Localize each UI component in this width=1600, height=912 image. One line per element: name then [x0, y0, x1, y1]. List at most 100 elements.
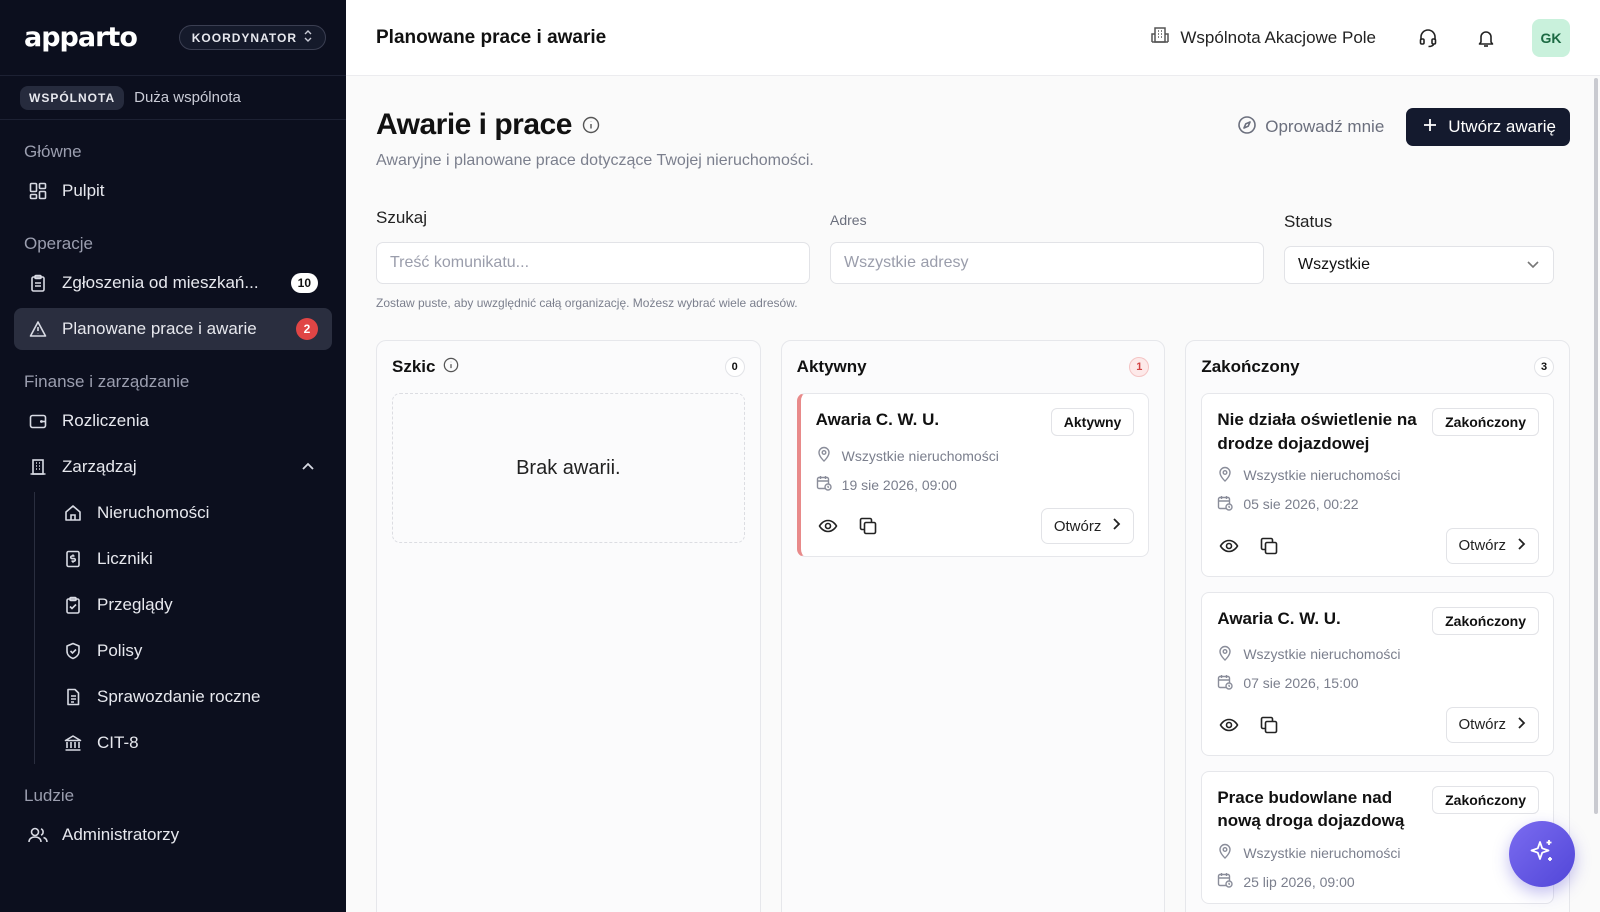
column-count: 0 — [724, 357, 745, 377]
copy-icon[interactable] — [1257, 713, 1281, 737]
card-location: Wszystkie nieruchomości — [1217, 843, 1539, 862]
open-button-label: Otwórz — [1458, 537, 1507, 555]
calendar-clock-icon — [816, 475, 832, 494]
empty-state: Brak awarii. — [392, 393, 745, 543]
eye-icon[interactable] — [1217, 713, 1241, 737]
open-button[interactable]: Otwórz — [1040, 508, 1135, 544]
sidebar-item-inspections[interactable]: Przeglądy — [49, 584, 346, 626]
sidebar-item-cit8[interactable]: CIT-8 — [49, 722, 346, 764]
column-header: Szkic 0 — [392, 341, 745, 393]
copy-icon[interactable] — [1257, 534, 1281, 558]
top-bar: Planowane prace i awarie Wspólnota Akacj… — [346, 0, 1600, 76]
info-icon[interactable] — [582, 108, 600, 142]
sidebar-item-label: Zarządzaj — [62, 457, 137, 476]
column-header: Aktywny 1 — [797, 341, 1150, 393]
calendar-clock-icon — [1217, 495, 1234, 514]
bank-icon — [63, 733, 83, 753]
search-label: Szukaj — [376, 208, 428, 227]
status-select-value: Wszystkie — [1298, 256, 1370, 273]
card-title: Prace budowlane nad nową droga dojazdową — [1217, 787, 1405, 831]
guide-button-label: Oprowadź mnie — [1265, 117, 1385, 136]
works-count-badge: 2 — [296, 318, 318, 340]
copy-icon[interactable] — [856, 514, 880, 538]
calendar-clock-icon — [1217, 872, 1234, 891]
sidebar-item-requests[interactable]: Zgłoszenia od mieszkań... 10 — [14, 262, 332, 304]
calendar-clock-icon — [1217, 674, 1234, 693]
page-subtitle: Awaryjne i planowane prace dotyczące Two… — [376, 152, 814, 169]
map-pin-icon — [1217, 843, 1233, 862]
chevron-down-icon — [1526, 256, 1540, 274]
building-icon — [1150, 25, 1170, 50]
status-badge: Zakończony — [1432, 408, 1540, 436]
filter-hint: Zostaw puste, aby uwzględnić całą organi… — [376, 296, 798, 310]
column-title: Zakończony — [1201, 357, 1300, 376]
status-badge: Zakończony — [1432, 606, 1540, 635]
eye-icon[interactable] — [1217, 534, 1241, 558]
community-name: Duża wspólnota — [134, 89, 241, 106]
sparkles-icon — [1527, 837, 1557, 872]
search-input[interactable]: Treść komunikatu... — [376, 242, 810, 284]
address-input[interactable]: Wszystkie adresy — [830, 242, 1264, 284]
ai-assistant-button[interactable] — [1509, 821, 1575, 887]
sidebar-item-dashboard[interactable]: Pulpit — [14, 170, 332, 212]
bell-icon[interactable] — [1474, 26, 1498, 50]
page-header: Awarie i prace Awaryjne i planowane prac… — [376, 108, 1570, 170]
status-filter: Status Wszystkie — [1284, 212, 1554, 284]
card-actions: Otwórz — [1217, 527, 1540, 564]
create-incident-button[interactable]: Utwórz awarię — [1406, 108, 1570, 146]
incident-card[interactable]: Prace budowlane nad nową droga dojazdową… — [1201, 770, 1555, 905]
status-select[interactable]: Wszystkie — [1284, 246, 1554, 284]
location-text: Wszystkie nieruchomości — [841, 447, 999, 464]
eye-icon[interactable] — [816, 514, 840, 538]
headset-icon[interactable] — [1416, 26, 1440, 50]
map-pin-icon — [1217, 645, 1233, 664]
column-title: Szkic — [392, 357, 459, 378]
building-icon — [28, 457, 48, 477]
page-title: Awarie i prace — [376, 108, 814, 142]
app-logo[interactable]: apparto — [24, 22, 138, 53]
card-date: 05 sie 2026, 00:22 — [1217, 495, 1539, 514]
kanban-board: Szkic 0 Brak awarii. Aktywny 1 Awaria C.… — [376, 340, 1571, 912]
open-button-label: Otwórz — [1053, 517, 1102, 535]
card-location: Wszystkie nieruchomości — [816, 446, 1135, 465]
sidebar-item-works[interactable]: Planowane prace i awarie 2 — [14, 308, 332, 350]
compass-icon — [1237, 115, 1257, 140]
section-people: Ludzie — [24, 786, 75, 805]
community-tag: WSPÓLNOTA — [20, 85, 125, 110]
sidebar-item-label: Rozliczenia — [62, 411, 149, 430]
incident-card[interactable]: Awaria C. W. U. Zakończony Wszystkie nie… — [1201, 591, 1555, 756]
sidebar-item-properties[interactable]: Nieruchomości — [49, 492, 346, 534]
user-avatar[interactable]: GK — [1532, 18, 1570, 57]
role-switcher[interactable]: KOORDYNATOR — [178, 25, 326, 50]
open-button-label: Otwórz — [1458, 716, 1507, 734]
chevron-updown-icon — [303, 30, 313, 45]
open-button[interactable]: Otwórz — [1445, 527, 1540, 564]
column-done: Zakończony 3 Nie działa oświetlenie na d… — [1185, 340, 1571, 912]
open-button[interactable]: Otwórz — [1445, 706, 1540, 743]
date-text: 07 sie 2026, 15:00 — [1243, 675, 1359, 692]
incident-card[interactable]: Nie działa oświetlenie na drodze dojazdo… — [1201, 393, 1555, 577]
clipboard-icon — [28, 273, 48, 293]
info-icon[interactable] — [443, 357, 459, 378]
address-label: Adres — [830, 212, 867, 228]
sidebar-item-label: Liczniki — [97, 549, 153, 568]
receipt-icon — [63, 549, 83, 569]
sidebar-item-admins[interactable]: Administratorzy — [14, 814, 332, 856]
column-title-text: Szkic — [392, 357, 436, 376]
incident-card[interactable]: Awaria C. W. U. Aktywny Wszystkie nieruc… — [796, 393, 1150, 557]
sidebar-item-label: Sprawozdanie roczne — [97, 687, 261, 706]
sidebar-item-policies[interactable]: Polisy — [49, 630, 346, 672]
sidebar-item-billing[interactable]: Rozliczenia — [14, 400, 332, 442]
sidebar-item-annual-report[interactable]: Sprawozdanie roczne — [49, 676, 346, 718]
sidebar-item-manage[interactable]: Zarządzaj — [14, 446, 332, 488]
page-scrollbar[interactable] — [1594, 78, 1598, 814]
community-switcher[interactable]: Wspólnota Akacjowe Pole — [1150, 25, 1376, 50]
column-active: Aktywny 1 Awaria C. W. U. Aktywny Wszyst… — [780, 340, 1166, 912]
sidebar-item-meters[interactable]: Liczniki — [49, 538, 346, 580]
map-pin-icon — [816, 446, 832, 465]
guide-button[interactable]: Oprowadź mnie — [1237, 115, 1384, 140]
card-date: 07 sie 2026, 15:00 — [1217, 674, 1539, 693]
card-header: Prace budowlane nad nową droga dojazdową… — [1217, 785, 1540, 834]
map-pin-icon — [1217, 466, 1233, 485]
status-label: Status — [1284, 212, 1333, 231]
